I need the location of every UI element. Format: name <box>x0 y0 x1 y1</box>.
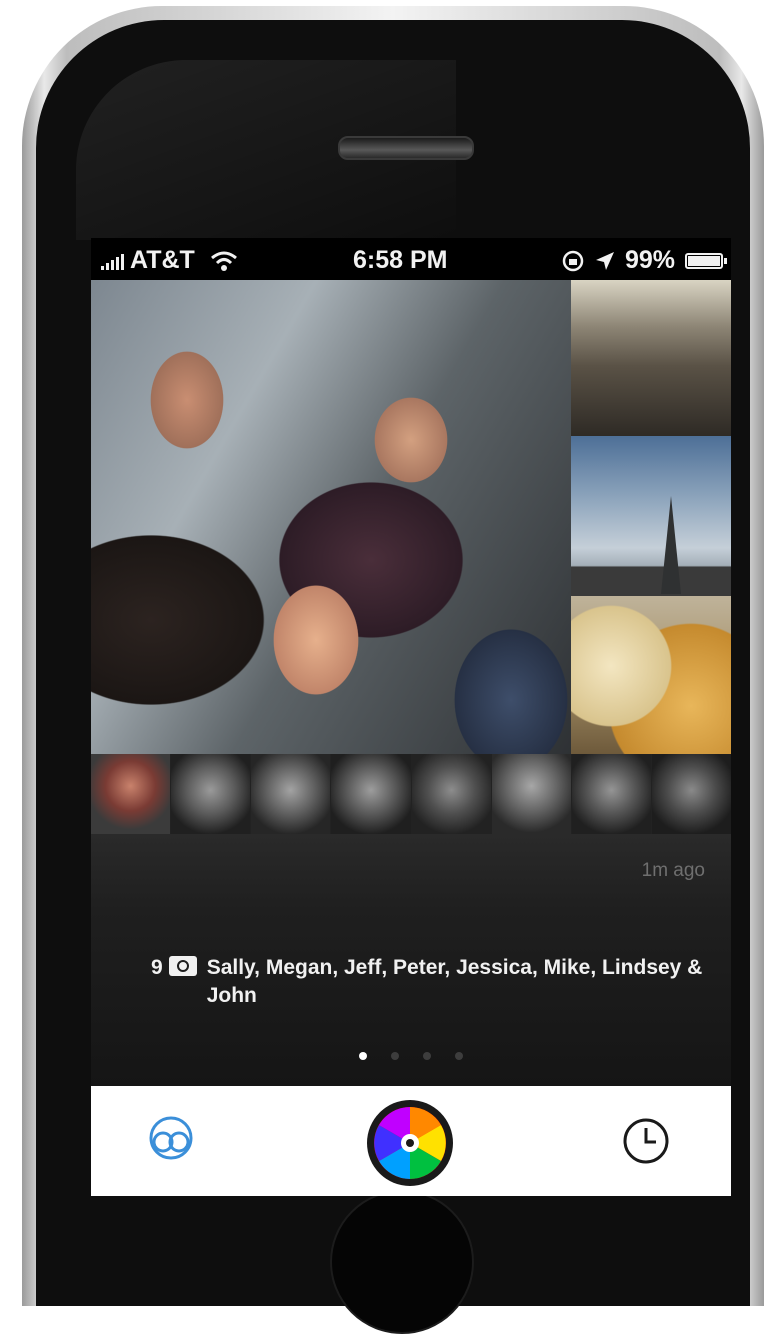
location-arrow-icon <box>595 251 614 270</box>
participant-strip[interactable] <box>91 754 731 834</box>
camera-icon <box>168 956 197 976</box>
participant-avatar[interactable] <box>331 754 412 834</box>
page-dot[interactable] <box>391 1052 399 1060</box>
page-indicator[interactable] <box>91 1052 731 1060</box>
photo-count: 9 <box>151 956 163 979</box>
participant-avatar[interactable] <box>171 754 252 834</box>
tab-bar <box>91 1086 731 1196</box>
participant-avatar[interactable] <box>411 754 492 834</box>
photo-thumbnail-cheese[interactable] <box>571 596 731 754</box>
battery-icon <box>685 252 727 269</box>
signal-icon <box>101 252 124 270</box>
people-list: Sally, Megan, Jeff, Peter, Jessica, Mike… <box>206 956 703 1007</box>
photo-thumbnail-station[interactable] <box>571 280 731 436</box>
photo-thumbnail-city[interactable] <box>571 436 731 596</box>
earpiece-speaker <box>338 136 474 160</box>
app-screen: AT&T 6:58 PM 99% 1m ago 9 Sally, Megan, … <box>91 238 731 1196</box>
status-icons: 99% <box>561 246 727 275</box>
carrier-label: AT&T <box>130 246 195 274</box>
wifi-icon <box>210 251 237 271</box>
battery-percent: 99% <box>624 246 675 274</box>
status-bar: AT&T 6:58 PM 99% <box>91 238 731 280</box>
friends-icon[interactable] <box>141 1114 201 1164</box>
timestamp-label: 1m ago <box>641 860 705 881</box>
page-dot-active[interactable] <box>359 1052 367 1060</box>
page-dot[interactable] <box>423 1052 431 1060</box>
carrier-group: AT&T <box>101 246 239 275</box>
participant-avatar[interactable] <box>491 754 572 834</box>
clock-label: 6:58 PM <box>353 246 448 274</box>
participant-avatar[interactable] <box>571 754 652 834</box>
tower-shape <box>661 496 681 594</box>
participant-avatar[interactable] <box>251 754 332 834</box>
main-photo[interactable] <box>91 280 571 754</box>
home-button[interactable] <box>330 1190 474 1334</box>
moment-info-panel: 1m ago 9 Sally, Megan, Jeff, Peter, Jess… <box>91 834 731 1086</box>
participant-avatar[interactable] <box>91 754 172 834</box>
moment-summary[interactable]: 9 Sally, Megan, Jeff, Peter, Jessica, Mi… <box>151 954 711 1010</box>
color-wheel-camera-icon[interactable] <box>365 1098 455 1188</box>
page-dot[interactable] <box>455 1052 463 1060</box>
participant-avatar[interactable] <box>651 754 731 834</box>
rotation-lock-icon <box>562 250 584 271</box>
clock-icon[interactable] <box>621 1116 671 1166</box>
